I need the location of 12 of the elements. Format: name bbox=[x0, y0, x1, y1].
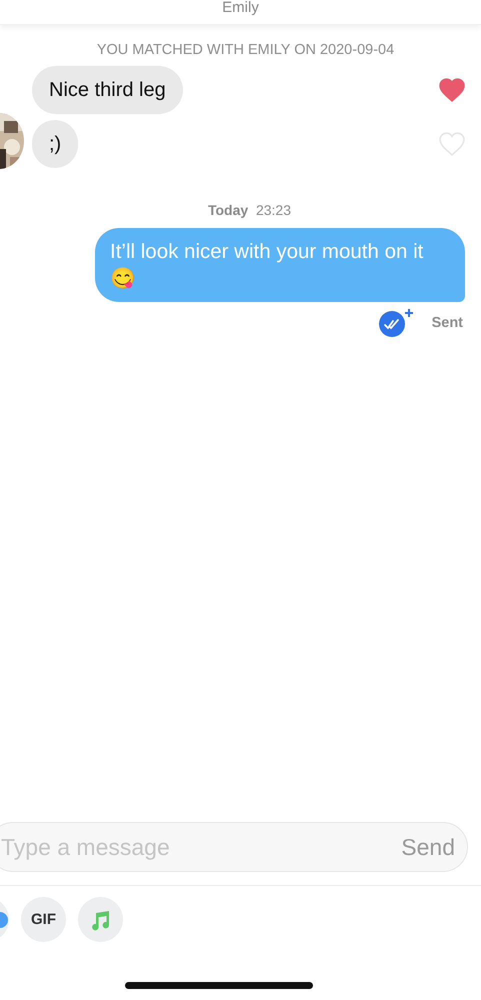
message-bubble: Nice third leg bbox=[32, 66, 183, 114]
timestamp: Today 23:23 bbox=[206, 202, 292, 218]
gif-button[interactable]: GIF bbox=[21, 897, 66, 942]
delivery-status: Sent bbox=[432, 315, 463, 331]
message-bubble: It’ll look nicer with your mouth on it 😋 bbox=[95, 228, 465, 302]
chat-title: Emily bbox=[222, 0, 259, 18]
liked-heart-icon[interactable] bbox=[439, 78, 465, 102]
music-button[interactable] bbox=[78, 897, 123, 942]
match-notice: YOU MATCHED WITH EMILY ON 2020-09-04 bbox=[96, 42, 396, 58]
send-button[interactable]: Send bbox=[401, 834, 455, 860]
read-receipt-icon[interactable] bbox=[378, 308, 416, 338]
message-bubble: ;) bbox=[32, 120, 78, 168]
